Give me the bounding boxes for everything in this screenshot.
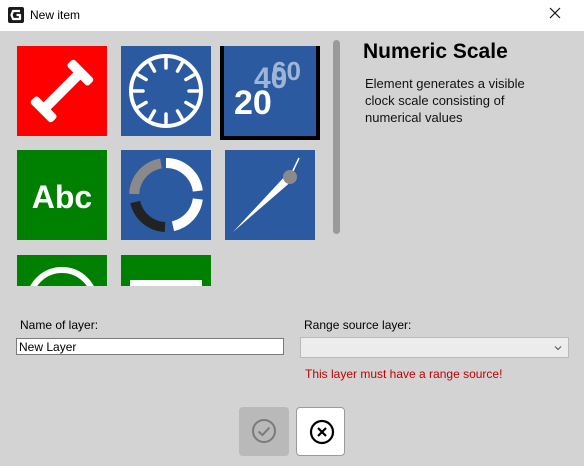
element-title: Numeric Scale — [363, 40, 508, 63]
cancel-button[interactable] — [296, 407, 345, 456]
close-icon[interactable] — [548, 6, 562, 20]
text-tile-label: Abc — [32, 179, 92, 215]
checkmark-icon — [252, 419, 276, 443]
gallery-scrollbar-thumb[interactable] — [333, 40, 340, 234]
rectangle-icon — [121, 255, 211, 286]
scale-label-c: 60 — [272, 56, 301, 86]
scale-label-a: 20 — [234, 84, 272, 122]
needle-icon — [225, 150, 315, 240]
numeric-scale-icon: 40 60 20 — [224, 46, 316, 136]
tile-rectangle[interactable] — [121, 255, 211, 286]
clock-scale-icon — [121, 46, 211, 136]
ok-button[interactable] — [239, 407, 289, 456]
range-source-label: Range source layer: — [304, 318, 412, 332]
ruler-icon — [17, 46, 107, 136]
element-gallery: 40 60 20 Abc — [17, 46, 322, 286]
title-bar: New item — [0, 0, 584, 31]
text-icon: Abc — [17, 150, 107, 240]
app-logo-icon — [8, 7, 24, 23]
tile-ring-segments[interactable] — [121, 150, 211, 240]
element-description: Element generates a visible clock scale … — [365, 76, 525, 125]
tile-needle[interactable] — [225, 150, 315, 240]
tile-text[interactable]: Abc — [17, 150, 107, 240]
window-title: New item — [30, 8, 81, 22]
layer-name-label: Name of layer: — [20, 318, 99, 332]
tile-circle[interactable] — [17, 255, 107, 286]
tile-numeric-scale[interactable]: 40 60 20 — [220, 46, 320, 140]
layer-name-input[interactable] — [16, 338, 284, 355]
cancel-x-icon — [309, 419, 335, 445]
range-source-select[interactable] — [300, 337, 569, 358]
ring-segments-icon — [121, 150, 211, 240]
tile-clock-scale[interactable] — [121, 46, 211, 136]
circle-icon — [17, 255, 107, 286]
range-source-error: This layer must have a range source! — [305, 367, 503, 381]
tile-ruler[interactable] — [17, 46, 107, 136]
chevron-down-icon — [554, 346, 562, 351]
